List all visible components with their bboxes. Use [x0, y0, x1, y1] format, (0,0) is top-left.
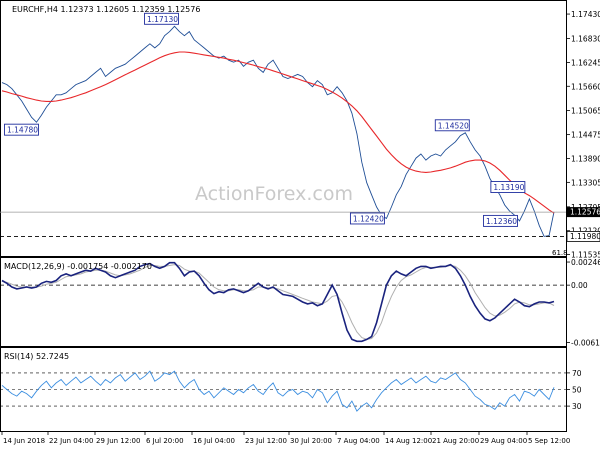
x-axis: 14 Jun 2018 22 Jun 04:00 29 Jun 12:00 6 Jul… — [1, 431, 570, 445]
x-tick-label: 6 Jul 20:00 — [146, 437, 184, 445]
annotation-label: 1.14520 — [438, 121, 469, 130]
x-tick-label: 21 Aug 20:00 — [432, 437, 479, 445]
x-tick-label: 29 Jun 12:00 — [96, 437, 140, 445]
x-tick-label: 14 Jun 2018 — [3, 437, 45, 445]
main-y-tick-label: 1.16245 — [571, 58, 600, 67]
annotation-label: 1.14780 — [7, 126, 38, 135]
main-y-tick-label: 1.15660 — [571, 82, 600, 91]
watermark: ActionForex.com — [195, 183, 353, 205]
current-price-label: 1.12576 — [570, 208, 600, 217]
main-y-tick-label: 1.17430 — [571, 10, 600, 19]
x-tick-label: 29 Aug 04:00 — [480, 437, 527, 445]
macd-y-tick-label: 0.002469 — [571, 258, 600, 267]
rsi-y-tick-label: 50 — [572, 386, 582, 395]
macd-y-tick-label: 0.00 — [571, 281, 588, 290]
annotation-label: 1.12420 — [353, 214, 384, 223]
main-y-tick-label: 1.16830 — [571, 35, 600, 44]
main-y-tick-label: 1.15065 — [571, 107, 600, 116]
main-y-tick-label: 1.13890 — [571, 154, 600, 163]
annotation-label: 1.17130 — [147, 15, 178, 24]
main-panel: ActionForex.com 1.17130 1.14780 1.14520 1.1… — [0, 0, 600, 260]
annotation-label: 1.12360 — [486, 217, 517, 226]
x-tick-label: 16 Jul 04:00 — [193, 437, 235, 445]
x-tick-label: 30 Jul 20:00 — [290, 437, 332, 445]
level-marker: 1.11980 — [566, 231, 600, 242]
main-y-tick-label: 1.14475 — [571, 131, 600, 140]
macd-y-tick-label: -0.006136 — [571, 339, 600, 348]
x-tick-label: 22 Jun 04:00 — [49, 437, 93, 445]
rsi-y-tick-label: 70 — [572, 369, 582, 378]
main-y-tick-label: 1.13305 — [571, 178, 600, 187]
x-tick-label: 23 Jul 12:00 — [245, 437, 287, 445]
forex-chart: ActionForex.com 1.17130 1.14780 1.14520 1.1… — [0, 0, 600, 445]
rsi-y-tick-label: 30 — [572, 402, 582, 411]
macd-panel: MACD(12,26,9) -0.001754 -0.002170 0.0024… — [0, 257, 600, 348]
current-price-marker: 1.12576 — [567, 207, 600, 218]
x-tick-label: 5 Sep 12:00 — [528, 437, 570, 445]
rsi-panel: RSI(14) 52.7245 70 50 30 — [0, 347, 582, 432]
main-header: EURCHF,H4 1.12373 1.12605 1.12359 1.1257… — [12, 5, 200, 14]
main-panel-frame — [0, 0, 567, 257]
level-label: 1.11980 — [570, 232, 600, 241]
rsi-header: RSI(14) 52.7245 — [4, 352, 69, 361]
macd-header: MACD(12,26,9) -0.001754 -0.002170 — [4, 262, 152, 271]
rsi-y-axis: 70 50 30 — [566, 369, 582, 411]
x-tick-label: 7 Aug 04:00 — [337, 437, 380, 445]
macd-y-axis: 0.002469 0.00 -0.006136 — [566, 258, 600, 348]
x-tick-label: 14 Aug 12:00 — [385, 437, 432, 445]
main-y-axis: 1.17430 1.16830 1.16245 1.15660 1.15065 1.144… — [566, 10, 600, 260]
fib-label: 61.8 — [552, 249, 568, 257]
annotation-label: 1.13190 — [493, 183, 524, 192]
